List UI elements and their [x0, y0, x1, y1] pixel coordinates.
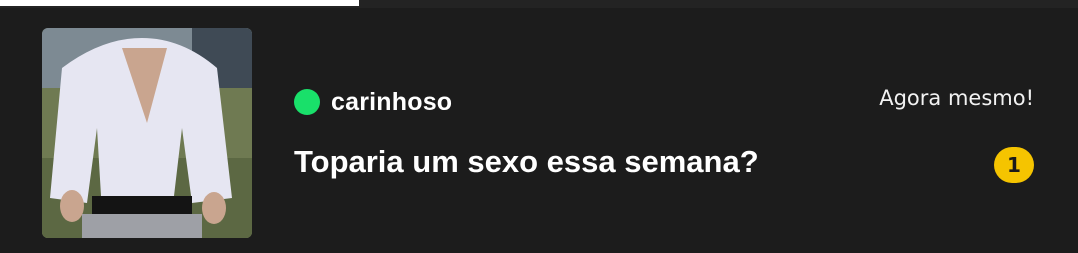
online-status-icon — [294, 89, 320, 115]
timestamp: Agora mesmo! — [879, 86, 1034, 110]
story-progress-track — [0, 0, 1078, 8]
sender-name[interactable]: carinhoso — [331, 88, 452, 117]
unread-count-badge: 1 — [994, 147, 1034, 183]
profile-photo-icon — [42, 28, 252, 238]
message-notification[interactable]: carinhoso Agora mesmo! Toparia um sexo e… — [0, 8, 1078, 253]
story-progress-fill — [0, 0, 359, 6]
avatar[interactable] — [42, 28, 252, 238]
message-preview[interactable]: Toparia um sexo essa semana? — [294, 144, 759, 180]
sender-row: carinhoso — [294, 88, 452, 116]
